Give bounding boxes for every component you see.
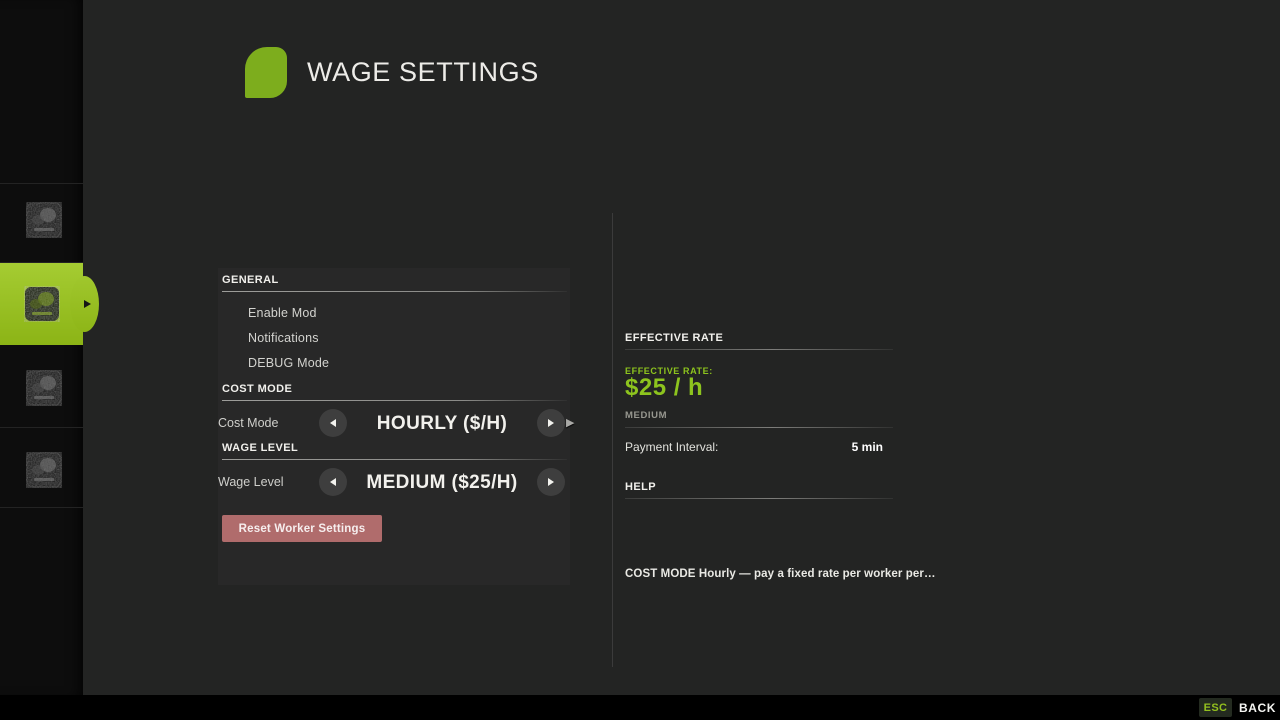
arrow-left-icon [330,478,336,486]
page-title: WAGE SETTINGS [307,57,539,88]
back-button[interactable]: BACK [1239,701,1276,715]
payment-interval-row: Payment Interval: 5 min [625,440,883,454]
section-underline [625,498,893,499]
cost-mode-value: HOURLY ($/H) [352,413,532,435]
sidebar-item-mod-4[interactable] [0,427,83,507]
cost-mode-prev-button[interactable] [319,409,347,437]
option-enable-mod[interactable]: Enable Mod [248,306,317,320]
effective-rate-section-title: EFFECTIVE RATE [625,332,723,344]
section-underline [222,400,567,401]
esc-key-button[interactable]: ESC [1199,698,1232,717]
section-title-cost-mode: COST MODE [222,383,292,395]
panel-divider [612,213,613,667]
selected-item-arrow-icon [84,300,91,308]
wage-settings-logo-icon [245,47,287,98]
payment-interval-label: Payment Interval: [625,440,718,454]
section-title-general: GENERAL [222,274,279,286]
mod-icon [26,452,62,488]
footer-bar [0,695,1280,720]
wage-level-next-button[interactable] [537,468,565,496]
section-underline [222,291,567,292]
effective-rate-value: $25 / h [625,374,703,402]
section-underline [625,427,893,428]
arrow-right-icon [548,419,554,427]
sidebar-divider [0,507,83,508]
settings-panel: GENERAL Enable Mod Notifications DEBUG M… [218,268,570,585]
wage-level-prev-button[interactable] [319,468,347,496]
cost-mode-label: Cost Mode [218,416,278,430]
mouse-cursor-icon: ▶ [566,416,574,429]
arrow-left-icon [330,419,336,427]
mod-icon [24,286,60,322]
option-notifications[interactable]: Notifications [248,331,319,345]
cost-mode-next-button[interactable] [537,409,565,437]
wage-level-label: Wage Level [218,475,284,489]
help-section-title: HELP [625,481,656,493]
section-title-wage-level: WAGE LEVEL [222,442,298,454]
section-underline [625,349,893,350]
reset-worker-settings-button[interactable]: Reset Worker Settings [222,515,382,542]
section-underline [222,459,567,460]
mod-icon [26,370,62,406]
option-debug-mode[interactable]: DEBUG Mode [248,356,329,370]
help-text: COST MODE Hourly — pay a fixed rate per … [625,568,1045,580]
sidebar-item-mod-3[interactable] [0,347,83,427]
wage-level-value: MEDIUM ($25/H) [352,472,532,494]
payment-interval-value: 5 min [852,440,883,454]
sidebar-item-mod-1[interactable] [0,183,83,263]
wage-level-badge: MEDIUM [625,410,667,421]
arrow-right-icon [548,478,554,486]
mod-icon [26,202,62,238]
